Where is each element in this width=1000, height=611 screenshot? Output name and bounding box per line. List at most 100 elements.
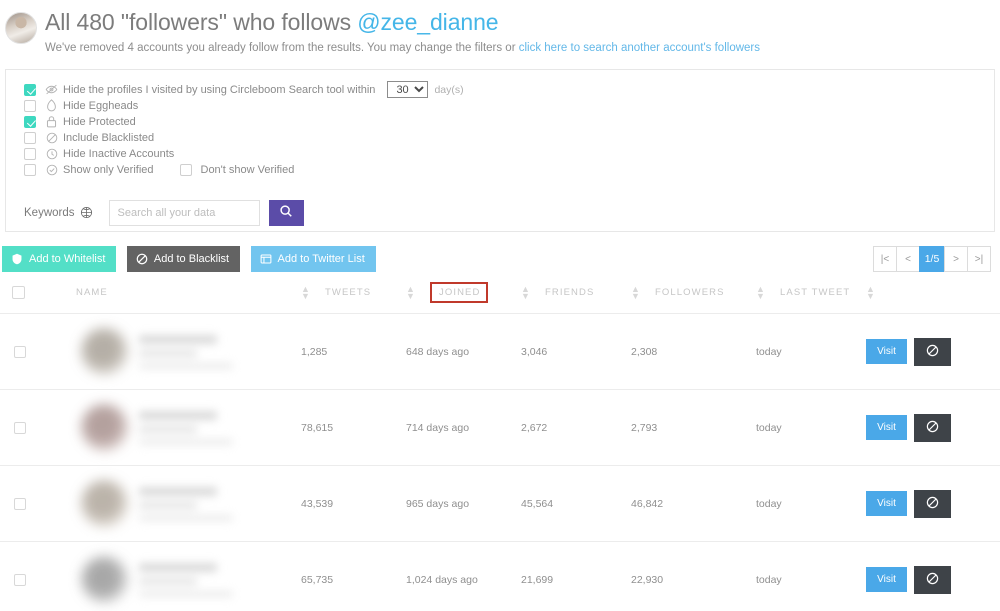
cell-followers: 46,842 bbox=[631, 465, 756, 542]
filter-label-hide-visited: Hide the profiles I visited by using Cir… bbox=[63, 83, 376, 96]
add-to-twitter-list-label: Add to Twitter List bbox=[277, 253, 365, 265]
column-header-actions: ▲ ▼ bbox=[866, 282, 1000, 314]
list-icon bbox=[260, 253, 272, 265]
sort-icon-joined[interactable]: ▲ ▼ bbox=[521, 284, 531, 300]
block-button[interactable] bbox=[914, 489, 951, 518]
search-input[interactable] bbox=[108, 199, 260, 226]
page-header: All 480 "followers" who follows @zee_dia… bbox=[0, 0, 1000, 55]
filter-label-dont-show-verified: Don't show Verified bbox=[200, 163, 295, 176]
sort-icon-followers[interactable]: ▲ ▼ bbox=[756, 284, 766, 300]
followers-table: NAME ▲ ▼ TWEETS ▲ ▼ JOINED ▲ ▼ FRIENDS ▲… bbox=[0, 282, 1000, 611]
pagination: |< < 1/5 > >| bbox=[873, 246, 991, 272]
block-button[interactable] bbox=[914, 337, 951, 366]
filter-row-verified: Show only Verified Don't show Verified bbox=[24, 162, 994, 178]
visit-button[interactable]: Visit bbox=[866, 491, 907, 516]
cell-followers: 22,930 bbox=[631, 541, 756, 611]
page-title: All 480 "followers" who follows @zee_dia… bbox=[45, 8, 1000, 36]
sort-icon-last-tweet[interactable]: ▲ ▼ bbox=[866, 284, 876, 300]
column-label-name: NAME bbox=[76, 287, 108, 298]
block-button[interactable] bbox=[914, 413, 951, 442]
column-header-joined[interactable]: ▲ ▼ JOINED bbox=[406, 282, 521, 314]
profile-name bbox=[139, 410, 217, 420]
cell-joined: 714 days ago bbox=[406, 389, 521, 466]
keywords-label: Keywords bbox=[24, 206, 75, 219]
visit-button[interactable]: Visit bbox=[866, 339, 907, 364]
row-checkbox[interactable] bbox=[14, 345, 26, 358]
cell-tweets: 65,735 bbox=[301, 541, 406, 611]
user-avatar-photo bbox=[5, 12, 37, 44]
visit-button[interactable]: Visit bbox=[866, 415, 907, 440]
keywords-row: Keywords bbox=[24, 199, 994, 226]
column-header-friends[interactable]: ▲ ▼ FRIENDS bbox=[521, 282, 631, 314]
pagination-current[interactable]: 1/5 bbox=[919, 246, 945, 272]
cell-followers: 2,793 bbox=[631, 389, 756, 466]
column-header-followers[interactable]: ▲ ▼ FOLLOWERS bbox=[631, 282, 756, 314]
row-select-cell bbox=[0, 541, 76, 611]
add-to-twitter-list-button[interactable]: Add to Twitter List bbox=[250, 246, 376, 272]
pagination-next[interactable]: > bbox=[944, 246, 968, 272]
checkbox-dont-show-verified[interactable] bbox=[179, 163, 192, 176]
row-checkbox[interactable] bbox=[14, 573, 26, 586]
sort-icon-name[interactable]: ▲ ▼ bbox=[301, 284, 311, 300]
column-header-name[interactable]: NAME bbox=[76, 282, 301, 314]
add-to-whitelist-label: Add to Whitelist bbox=[29, 253, 106, 265]
table-row: 78,615 714 days ago 2,672 2,793 today Vi… bbox=[0, 389, 1000, 466]
row-profile-cell[interactable] bbox=[76, 313, 301, 390]
days-select[interactable]: 30 bbox=[387, 81, 429, 99]
search-icon bbox=[279, 204, 293, 221]
checkbox-hide-protected[interactable] bbox=[24, 115, 36, 128]
search-button[interactable] bbox=[268, 199, 304, 226]
avatar bbox=[81, 328, 128, 375]
egg-icon bbox=[45, 99, 58, 112]
search-another-account-link[interactable]: click here to search another account's f… bbox=[519, 42, 760, 54]
cell-last-tweet: today bbox=[756, 313, 866, 390]
cell-friends: 45,564 bbox=[521, 465, 631, 542]
checkbox-hide-inactive[interactable] bbox=[24, 147, 36, 160]
checkbox-show-only-verified[interactable] bbox=[24, 163, 36, 176]
add-to-whitelist-button[interactable]: Add to Whitelist bbox=[2, 246, 117, 272]
column-header-last-tweet[interactable]: ▲ ▼ LAST TWEET bbox=[756, 282, 866, 314]
row-select-cell bbox=[0, 313, 76, 390]
pagination-last[interactable]: >| bbox=[967, 246, 991, 272]
checkbox-include-blacklisted[interactable] bbox=[24, 131, 36, 144]
select-all-checkbox[interactable] bbox=[12, 286, 25, 299]
cell-last-tweet: today bbox=[756, 389, 866, 466]
checkbox-hide-eggheads[interactable] bbox=[24, 99, 36, 112]
cell-joined: 1,024 days ago bbox=[406, 541, 521, 611]
row-profile-cell[interactable] bbox=[76, 541, 301, 611]
row-select-cell bbox=[0, 389, 76, 466]
profile-location bbox=[139, 362, 233, 369]
add-to-blacklist-button[interactable]: Add to Blacklist bbox=[126, 246, 241, 272]
column-header-tweets[interactable]: ▲ ▼ TWEETS bbox=[301, 282, 406, 314]
profile-handle bbox=[139, 425, 197, 433]
row-profile-cell[interactable] bbox=[76, 389, 301, 466]
filter-label-include-blacklisted: Include Blacklisted bbox=[63, 131, 155, 144]
filter-row-hide-eggheads: Hide Eggheads bbox=[24, 98, 994, 114]
filter-row-hide-protected: Hide Protected bbox=[24, 114, 994, 130]
filter-label-hide-protected: Hide Protected bbox=[63, 115, 136, 128]
filter-label-show-only-verified: Show only Verified bbox=[63, 163, 154, 176]
column-label-followers: FOLLOWERS bbox=[655, 287, 725, 298]
filter-label-hide-inactive: Hide Inactive Accounts bbox=[63, 147, 175, 160]
checkbox-hide-visited[interactable] bbox=[24, 83, 36, 96]
pagination-first[interactable]: |< bbox=[873, 246, 897, 272]
ban-icon bbox=[926, 344, 939, 360]
add-to-blacklist-label: Add to Blacklist bbox=[153, 253, 230, 265]
row-checkbox[interactable] bbox=[14, 497, 26, 510]
row-checkbox[interactable] bbox=[14, 421, 26, 434]
sort-icon-friends[interactable]: ▲ ▼ bbox=[631, 284, 641, 300]
visit-button[interactable]: Visit bbox=[866, 567, 907, 593]
block-button[interactable] bbox=[914, 565, 951, 594]
cell-joined: 965 days ago bbox=[406, 465, 521, 542]
cell-tweets: 78,615 bbox=[301, 389, 406, 466]
row-select-cell bbox=[0, 465, 76, 542]
row-actions-cell: Visit bbox=[866, 389, 1000, 466]
sort-icon-tweets[interactable]: ▲ ▼ bbox=[406, 284, 416, 300]
page-title-handle[interactable]: @zee_dianne bbox=[357, 9, 498, 35]
row-actions-cell: Visit bbox=[866, 465, 1000, 542]
pagination-prev[interactable]: < bbox=[896, 246, 920, 272]
row-profile-cell[interactable] bbox=[76, 465, 301, 542]
page-subtitle: We've removed 4 accounts you already fol… bbox=[45, 41, 1000, 55]
row-actions-cell: Visit bbox=[866, 313, 1000, 390]
eye-slash-icon bbox=[45, 83, 58, 96]
